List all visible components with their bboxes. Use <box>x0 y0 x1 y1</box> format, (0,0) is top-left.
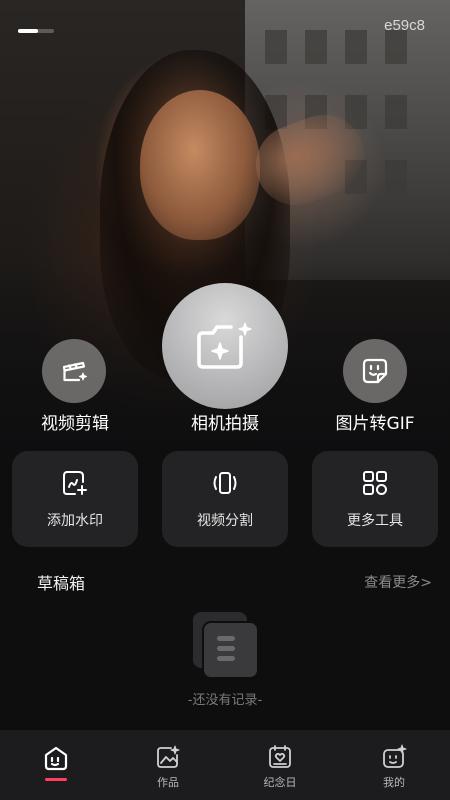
video-edit-label: 视频剪辑 <box>41 414 109 434</box>
bottom-tab-bar: 作品 纪念日 我的 <box>0 730 450 800</box>
view-more-link[interactable]: 查看更多> <box>364 572 432 592</box>
tab-label: 作品 <box>157 776 179 789</box>
more-tools-card[interactable]: 更多工具 <box>312 451 438 547</box>
image-to-gif-button[interactable] <box>343 339 407 403</box>
smiley-sticker-icon <box>362 358 388 384</box>
profile-icon <box>383 744 407 768</box>
home-icon <box>44 746 68 771</box>
drafts-title: 草稿箱 <box>37 574 86 593</box>
tab-works[interactable]: 作品 <box>112 730 224 800</box>
tool-label: 视频分割 <box>197 513 253 529</box>
empty-drafts-text: -还没有记录- <box>187 693 263 708</box>
camera-sparkle-icon <box>197 322 252 369</box>
add-watermark-icon <box>63 471 87 495</box>
works-icon <box>157 745 180 768</box>
tab-profile[interactable]: 我的 <box>338 730 450 800</box>
camera-label: 相机拍摄 <box>191 414 259 434</box>
tool-label: 更多工具 <box>347 513 403 529</box>
anniversary-icon <box>269 745 291 768</box>
more-tools-icon <box>363 471 387 495</box>
active-tab-indicator <box>45 778 67 781</box>
portrait-face <box>140 90 260 240</box>
add-watermark-card[interactable]: 添加水印 <box>12 451 138 547</box>
loading-indicator <box>18 29 54 33</box>
camera-capture-button[interactable] <box>162 283 288 409</box>
status-code: e59c8 <box>384 17 425 34</box>
tab-label: 纪念日 <box>263 776 297 789</box>
video-split-icon <box>213 472 237 494</box>
video-split-card[interactable]: 视频分割 <box>162 451 288 547</box>
tab-home[interactable] <box>0 730 112 800</box>
tool-label: 添加水印 <box>47 513 103 529</box>
video-edit-button[interactable] <box>42 339 106 403</box>
tab-anniversary[interactable]: 纪念日 <box>224 730 336 800</box>
empty-drafts-icon <box>193 612 259 679</box>
image-to-gif-label: 图片转GIF <box>335 414 415 434</box>
tab-label: 我的 <box>383 776 405 789</box>
clapperboard-icon <box>62 361 87 382</box>
